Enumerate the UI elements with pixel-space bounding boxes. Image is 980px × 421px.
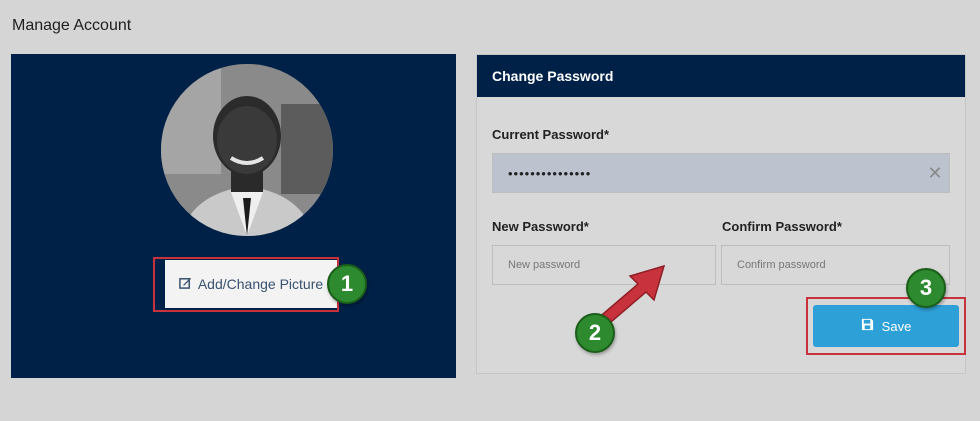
page-title: Manage Account	[12, 17, 132, 34]
floppy-disk-icon	[861, 318, 874, 334]
step-badge-2: 2	[575, 313, 615, 353]
new-password-label: New Password*	[492, 219, 589, 234]
add-change-picture-label: Add/Change Picture	[197, 276, 324, 292]
profile-panel: Add/Change Picture	[11, 54, 456, 378]
close-icon[interactable]: ✕	[925, 163, 945, 183]
change-password-panel: Change Password Current Password* ✕ New …	[476, 54, 966, 374]
save-label: Save	[881, 318, 912, 334]
edit-square-icon	[179, 276, 192, 292]
add-change-picture-button[interactable]: Add/Change Picture	[165, 260, 337, 308]
avatar	[161, 64, 333, 236]
confirm-password-label: Confirm Password*	[722, 219, 842, 234]
save-button[interactable]: Save	[813, 305, 959, 347]
step-badge-1: 1	[327, 264, 367, 304]
panel-header: Change Password	[477, 55, 965, 97]
current-password-label: Current Password*	[492, 127, 610, 142]
current-password-input[interactable]	[492, 153, 950, 193]
step-badge-3: 3	[906, 268, 946, 308]
